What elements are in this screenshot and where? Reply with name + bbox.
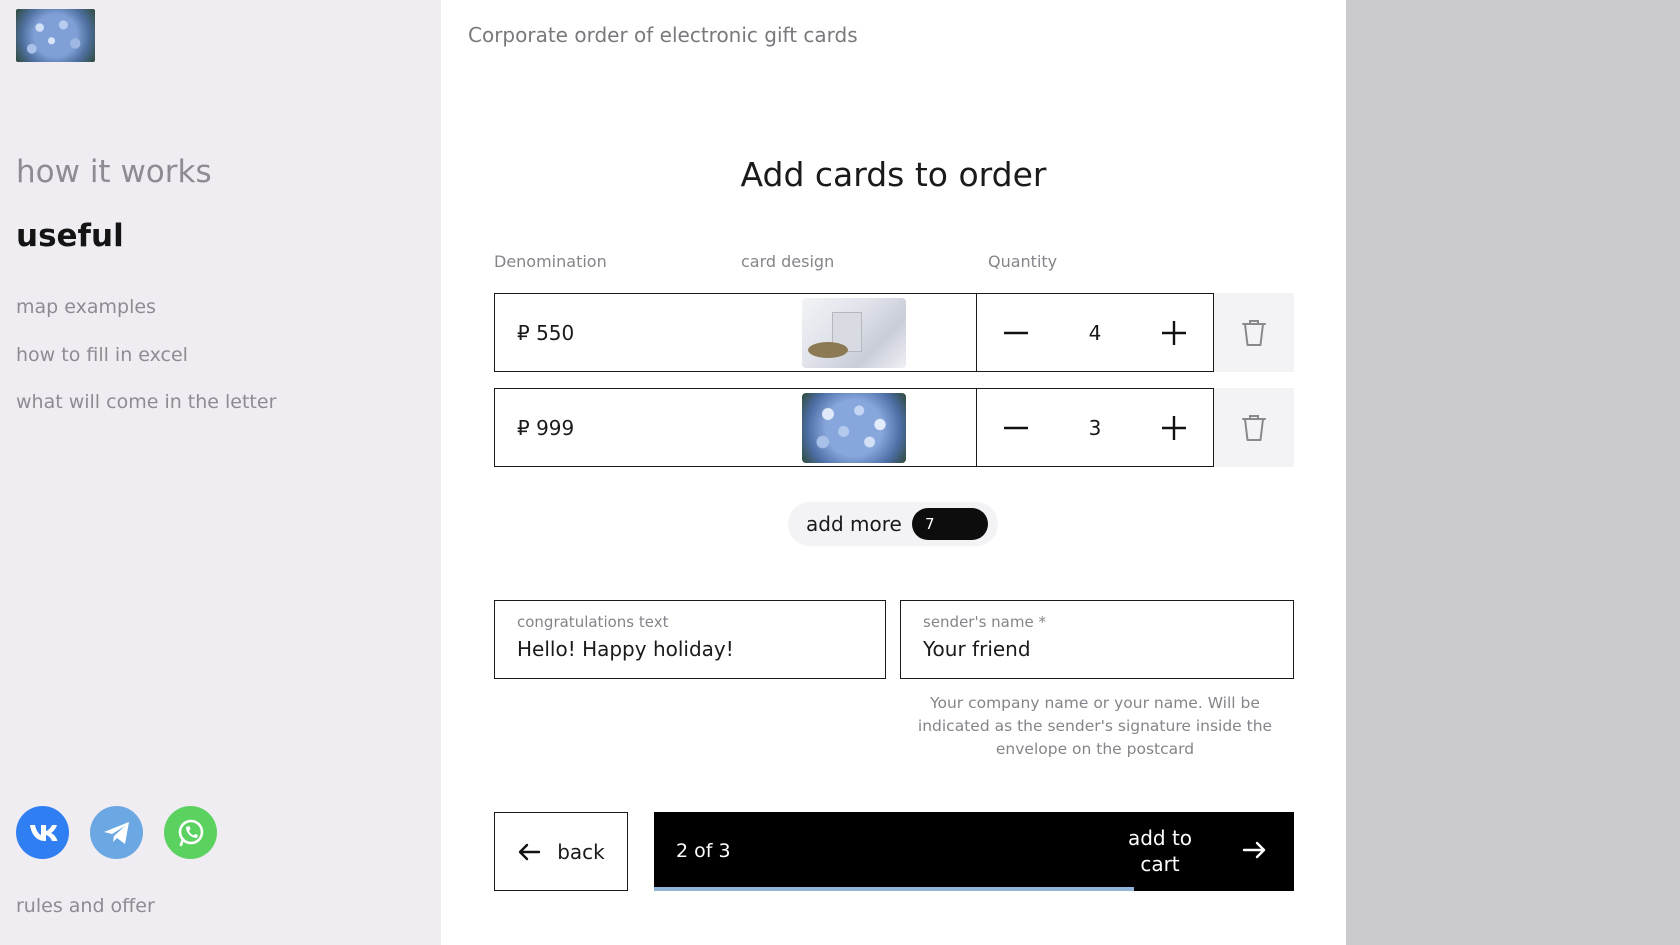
plus-icon[interactable] bbox=[1157, 316, 1191, 350]
minus-icon[interactable] bbox=[999, 316, 1033, 350]
quantity-value: 3 bbox=[1088, 415, 1102, 440]
card-design-cell[interactable] bbox=[731, 388, 976, 467]
rules-link[interactable]: rules and offer bbox=[16, 895, 155, 917]
add-more-label: add more bbox=[806, 512, 902, 536]
card-row: ₽ 550 4 bbox=[494, 293, 1294, 372]
vk-icon[interactable] bbox=[16, 806, 69, 859]
page-title: Add cards to order bbox=[740, 155, 1047, 194]
progress-bar bbox=[654, 887, 1294, 891]
plus-icon[interactable] bbox=[1157, 411, 1191, 445]
quantity-stepper: 4 bbox=[976, 293, 1214, 372]
sidebar: how it works useful map examples how to … bbox=[0, 0, 441, 945]
arrow-right-icon bbox=[1242, 841, 1266, 859]
minus-icon[interactable] bbox=[999, 411, 1033, 445]
background-overlay bbox=[1346, 0, 1680, 945]
sender-name-label: sender's name * bbox=[923, 613, 1046, 631]
card-row: ₽ 999 3 bbox=[494, 388, 1294, 467]
add-to-cart-label: add to cart bbox=[1127, 826, 1193, 876]
add-to-cart-button[interactable]: 2 of 3 add to cart bbox=[654, 812, 1294, 891]
column-denomination: Denomination bbox=[494, 252, 607, 271]
trash-icon[interactable] bbox=[1214, 388, 1294, 467]
logo-image[interactable] bbox=[16, 9, 95, 62]
sender-hint: Your company name or your name. Will be … bbox=[917, 694, 1273, 758]
order-form: Corporate order of electronic gift cards… bbox=[441, 0, 1346, 945]
whatsapp-icon[interactable] bbox=[164, 806, 217, 859]
add-more-count-badge: 7 bbox=[912, 508, 988, 540]
column-quantity: Quantity bbox=[988, 252, 1058, 271]
add-more-button[interactable]: add more 7 bbox=[788, 502, 998, 546]
social-links bbox=[16, 806, 217, 859]
gift-card-image bbox=[801, 297, 906, 368]
congratulations-input[interactable] bbox=[517, 637, 863, 661]
nav-useful[interactable]: useful bbox=[16, 218, 124, 254]
arrow-left-icon bbox=[519, 843, 541, 860]
telegram-icon[interactable] bbox=[90, 806, 143, 859]
breadcrumb: Corporate order of electronic gift cards bbox=[468, 23, 858, 47]
link-how-to-fill-excel[interactable]: how to fill in excel bbox=[16, 344, 188, 366]
back-button[interactable]: back bbox=[494, 812, 628, 891]
denomination-select[interactable]: ₽ 999 bbox=[494, 388, 732, 467]
quantity-value: 4 bbox=[1088, 320, 1102, 345]
column-card-design: card design bbox=[741, 252, 835, 271]
step-indicator: 2 of 3 bbox=[676, 840, 731, 862]
sender-name-input[interactable] bbox=[923, 637, 1271, 661]
denomination-select[interactable]: ₽ 550 bbox=[494, 293, 732, 372]
trash-icon[interactable] bbox=[1214, 293, 1294, 372]
progress-fill bbox=[654, 887, 1134, 891]
nav-how-it-works[interactable]: how it works bbox=[16, 154, 212, 190]
congratulations-field[interactable]: congratulations text bbox=[494, 600, 886, 679]
back-label: back bbox=[557, 839, 605, 864]
link-letter-contents[interactable]: what will come in the letter bbox=[16, 391, 276, 413]
congratulations-label: congratulations text bbox=[517, 613, 669, 631]
sender-name-field[interactable]: sender's name * bbox=[900, 600, 1294, 679]
hydrangea-card-image bbox=[801, 392, 906, 463]
link-map-examples[interactable]: map examples bbox=[16, 296, 156, 318]
quantity-stepper: 3 bbox=[976, 388, 1214, 467]
card-design-cell[interactable] bbox=[731, 293, 976, 372]
